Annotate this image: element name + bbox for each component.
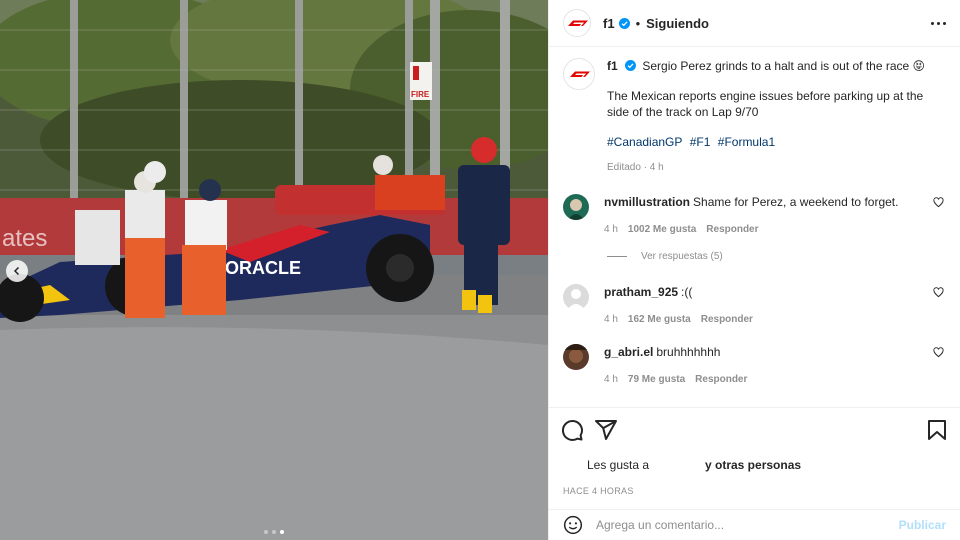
comment-avatar-image xyxy=(563,344,589,370)
following-button[interactable]: Siguiendo xyxy=(646,16,709,31)
verified-badge-icon xyxy=(625,60,637,71)
header-username[interactable]: f1 xyxy=(603,16,615,31)
f1-logo-icon xyxy=(568,20,588,26)
comment-time[interactable]: 4 h xyxy=(604,312,618,328)
comment-item: g_abri.el bruhhhhhhh 4 h 79 Me gusta Resp… xyxy=(563,344,946,388)
post-header: f1 • Siguiendo xyxy=(549,0,960,47)
heart-icon[interactable] xyxy=(933,197,944,208)
view-replies-button[interactable]: Ver respuestas (5) xyxy=(607,251,723,262)
comment-likes[interactable]: 79 Me gusta xyxy=(628,372,685,388)
wall-sponsor-text: ates xyxy=(2,225,47,252)
comment-username[interactable]: pratham_925 xyxy=(604,285,678,299)
replies-divider xyxy=(607,256,627,257)
f1-avatar[interactable] xyxy=(563,9,591,37)
caption-paragraph: The Mexican reports engine issues before… xyxy=(607,89,924,119)
share-icon[interactable] xyxy=(594,418,618,442)
comment-username[interactable]: nvmillustration xyxy=(604,195,690,209)
caption-hashtags: #CanadianGP #F1 #Formula1 xyxy=(607,134,937,150)
likes-text-start: Les gusta a xyxy=(587,458,650,472)
comment-icon[interactable] xyxy=(560,418,584,442)
carousel-indicator xyxy=(0,530,548,534)
f1-logo-icon xyxy=(570,71,590,77)
comment-item: nvmillustration Shame for Perez, a weeken… xyxy=(563,194,946,238)
carousel-dot-active xyxy=(280,530,284,534)
car-sponsor-text: ORACLE xyxy=(225,258,301,278)
heart-icon[interactable] xyxy=(933,347,944,358)
add-comment-bar: Publicar xyxy=(549,509,960,540)
reply-button[interactable]: Responder xyxy=(706,222,758,238)
default-avatar-icon xyxy=(563,284,589,310)
comment-item: pratham_925:(( 4 h 162 Me gusta Responde… xyxy=(563,284,946,328)
comment-likes[interactable]: 1002 Me gusta xyxy=(628,222,696,238)
caption-avatar[interactable] xyxy=(563,58,595,90)
caption-emoji: 😝 xyxy=(912,59,926,73)
publish-button[interactable]: Publicar xyxy=(899,518,946,532)
hashtag-link[interactable]: #CanadianGP xyxy=(607,135,682,149)
comment-text: bruhhhhhhh xyxy=(656,345,721,359)
carousel-prev-button[interactable] xyxy=(6,260,28,282)
comment-time[interactable]: 4 h xyxy=(604,372,618,388)
race-photo: FIRE ates ORACLE xyxy=(0,0,548,540)
post-caption: f1 Sergio Perez grinds to a halt and is … xyxy=(549,48,960,176)
view-replies-label: Ver respuestas (5) xyxy=(641,251,723,262)
bookmark-icon[interactable] xyxy=(925,418,949,442)
fire-sign-text: FIRE xyxy=(411,90,430,99)
avatar[interactable] xyxy=(563,194,589,220)
hashtag-link[interactable]: #Formula1 xyxy=(718,135,775,149)
more-options-button[interactable] xyxy=(925,16,946,31)
verified-badge-icon xyxy=(618,17,630,29)
hashtag-link[interactable]: #F1 xyxy=(690,135,711,149)
comment-likes[interactable]: 162 Me gusta xyxy=(628,312,691,328)
more-options-icon xyxy=(931,21,934,25)
comment-input[interactable] xyxy=(596,518,899,532)
heart-icon[interactable] xyxy=(933,287,944,298)
comment-text: :(( xyxy=(681,285,693,299)
likes-others-link[interactable]: y otras personas xyxy=(705,458,801,472)
comments-scroll-area[interactable]: f1 Sergio Perez grinds to a halt and is … xyxy=(549,48,960,407)
comment-time[interactable]: 4 h xyxy=(604,222,618,238)
comment-avatar-image xyxy=(563,194,589,220)
comment-username[interactable]: g_abri.el xyxy=(604,345,653,359)
comment-text: Shame for Perez, a weekend to forget. xyxy=(693,195,899,209)
post-media[interactable]: FIRE ates ORACLE xyxy=(0,0,548,540)
post-time-ago[interactable]: HACE 4 HORAS xyxy=(549,486,960,496)
likes-summary[interactable]: Les gusta a y otras personas xyxy=(549,458,960,474)
header-separator: • xyxy=(635,15,641,31)
post-side-panel: f1 • Siguiendo f1 Sergio Perez grinds to… xyxy=(548,0,960,540)
action-bar xyxy=(549,408,960,452)
carousel-dot xyxy=(264,530,268,534)
post-actions-section: Les gusta a y otras personas HACE 4 HORA… xyxy=(549,407,960,496)
avatar[interactable] xyxy=(563,284,589,310)
chevron-left-icon xyxy=(13,266,20,276)
caption-edited-time: Editado · 4 h xyxy=(607,162,664,173)
caption-text: Sergio Perez grinds to a halt and is out… xyxy=(642,59,910,73)
reply-button[interactable]: Responder xyxy=(695,372,747,388)
avatar[interactable] xyxy=(563,344,589,370)
carousel-dot xyxy=(272,530,276,534)
reply-button[interactable]: Responder xyxy=(701,312,753,328)
caption-username[interactable]: f1 xyxy=(607,59,618,73)
emoji-icon[interactable] xyxy=(563,515,583,535)
